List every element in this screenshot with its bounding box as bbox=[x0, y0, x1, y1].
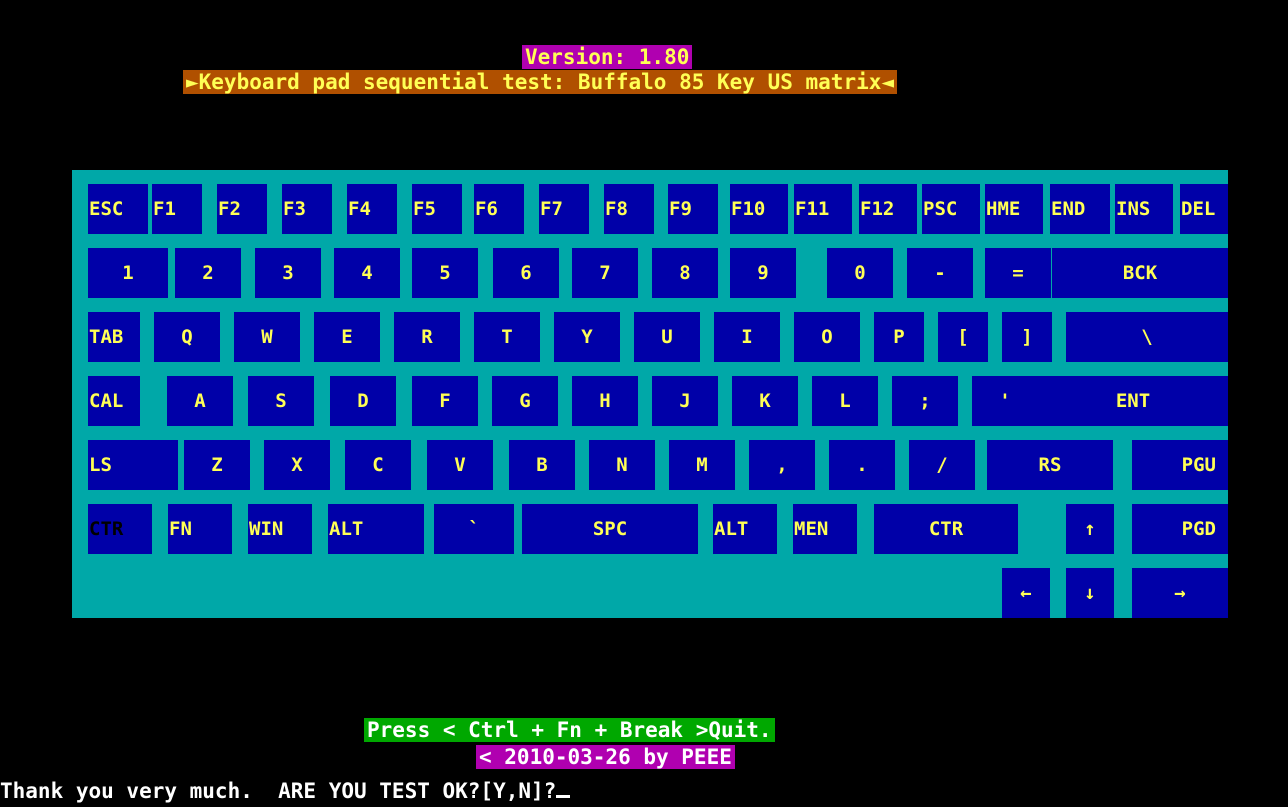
key-i[interactable]: I bbox=[714, 312, 780, 362]
key-x[interactable]: X bbox=[264, 440, 330, 490]
key-0[interactable]: 0 bbox=[827, 248, 893, 298]
key-fn[interactable]: FN bbox=[168, 504, 232, 554]
key-f[interactable]: F bbox=[412, 376, 478, 426]
key-1[interactable]: 1 bbox=[88, 248, 168, 298]
key-menu[interactable]: MEN bbox=[793, 504, 857, 554]
key-right-bracket[interactable]: ] bbox=[1002, 312, 1052, 362]
key-arrow-up[interactable]: ↑ bbox=[1066, 504, 1114, 554]
key-z[interactable]: Z bbox=[184, 440, 250, 490]
key-backspace[interactable]: BCK bbox=[1052, 248, 1228, 298]
test-title-banner: ►Keyboard pad sequential test: Buffalo 8… bbox=[183, 70, 898, 94]
key-2[interactable]: 2 bbox=[175, 248, 241, 298]
key-k[interactable]: K bbox=[732, 376, 798, 426]
key-y[interactable]: Y bbox=[554, 312, 620, 362]
key-page-up[interactable]: PGU bbox=[1132, 440, 1228, 490]
key-b[interactable]: B bbox=[509, 440, 575, 490]
key-f2[interactable]: F2 bbox=[217, 184, 267, 234]
key-space[interactable]: SPC bbox=[522, 504, 698, 554]
key-esc[interactable]: ESC bbox=[88, 184, 148, 234]
key-equals[interactable]: = bbox=[985, 248, 1051, 298]
key-7[interactable]: 7 bbox=[572, 248, 638, 298]
key-v[interactable]: V bbox=[427, 440, 493, 490]
key-f12[interactable]: F12 bbox=[859, 184, 917, 234]
key-6[interactable]: 6 bbox=[493, 248, 559, 298]
key-f7[interactable]: F7 bbox=[539, 184, 589, 234]
key-o[interactable]: O bbox=[794, 312, 860, 362]
key-f10[interactable]: F10 bbox=[730, 184, 788, 234]
quit-instruction-banner: Press < Ctrl + Fn + Break >Quit. bbox=[364, 718, 775, 742]
key-semicolon[interactable]: ; bbox=[892, 376, 958, 426]
key-e[interactable]: E bbox=[314, 312, 380, 362]
key-left-alt[interactable]: ALT bbox=[328, 504, 424, 554]
key-f5[interactable]: F5 bbox=[412, 184, 462, 234]
key-left-bracket[interactable]: [ bbox=[938, 312, 988, 362]
key-backtick[interactable]: ` bbox=[434, 504, 514, 554]
prompt-text: Thank you very much. ARE YOU TEST OK?[Y,… bbox=[0, 779, 557, 803]
key-a[interactable]: A bbox=[167, 376, 233, 426]
key-n[interactable]: N bbox=[589, 440, 655, 490]
key-h[interactable]: H bbox=[572, 376, 638, 426]
key-minus[interactable]: - bbox=[907, 248, 973, 298]
key-r[interactable]: R bbox=[394, 312, 460, 362]
key-slash[interactable]: / bbox=[909, 440, 975, 490]
key-right-alt[interactable]: ALT bbox=[713, 504, 777, 554]
key-right-shift[interactable]: RS bbox=[987, 440, 1113, 490]
key-w[interactable]: W bbox=[234, 312, 300, 362]
key-hme[interactable]: HME bbox=[985, 184, 1043, 234]
key-right-ctrl[interactable]: CTR bbox=[874, 504, 1018, 554]
key-left-shift[interactable]: LS bbox=[88, 440, 178, 490]
key-u[interactable]: U bbox=[634, 312, 700, 362]
key-c[interactable]: C bbox=[345, 440, 411, 490]
key-psc[interactable]: PSC bbox=[922, 184, 980, 234]
key-f3[interactable]: F3 bbox=[282, 184, 332, 234]
key-f6[interactable]: F6 bbox=[474, 184, 524, 234]
key-l[interactable]: L bbox=[812, 376, 878, 426]
text-cursor bbox=[556, 775, 571, 798]
keyboard-matrix: ESC F1 F2 F3 F4 F5 F6 F7 F8 F9 F10 F11 F… bbox=[72, 170, 1228, 618]
key-ins[interactable]: INS bbox=[1115, 184, 1173, 234]
key-8[interactable]: 8 bbox=[652, 248, 718, 298]
key-left-ctrl[interactable]: CTR bbox=[88, 504, 152, 554]
key-del[interactable]: DEL bbox=[1180, 184, 1228, 234]
key-tab[interactable]: TAB bbox=[88, 312, 140, 362]
key-apostrophe[interactable]: ' bbox=[972, 376, 1038, 426]
key-p[interactable]: P bbox=[874, 312, 924, 362]
key-5[interactable]: 5 bbox=[412, 248, 478, 298]
key-9[interactable]: 9 bbox=[730, 248, 796, 298]
key-t[interactable]: T bbox=[474, 312, 540, 362]
key-f9[interactable]: F9 bbox=[668, 184, 718, 234]
key-j[interactable]: J bbox=[652, 376, 718, 426]
key-caps-lock[interactable]: CAL bbox=[88, 376, 140, 426]
key-page-down[interactable]: PGD bbox=[1132, 504, 1228, 554]
key-s[interactable]: S bbox=[248, 376, 314, 426]
key-arrow-down[interactable]: ↓ bbox=[1066, 568, 1114, 618]
key-3[interactable]: 3 bbox=[255, 248, 321, 298]
key-f1[interactable]: F1 bbox=[152, 184, 202, 234]
key-f11[interactable]: F11 bbox=[794, 184, 852, 234]
key-d[interactable]: D bbox=[330, 376, 396, 426]
key-4[interactable]: 4 bbox=[334, 248, 400, 298]
key-enter[interactable]: ENT bbox=[1038, 376, 1228, 426]
key-arrow-right[interactable]: → bbox=[1132, 568, 1228, 618]
key-q[interactable]: Q bbox=[154, 312, 220, 362]
key-arrow-left[interactable]: ← bbox=[1002, 568, 1050, 618]
date-author-banner: < 2010-03-26 by PEEE bbox=[476, 745, 735, 769]
key-period[interactable]: . bbox=[829, 440, 895, 490]
key-comma[interactable]: , bbox=[749, 440, 815, 490]
key-backslash[interactable]: \ bbox=[1066, 312, 1228, 362]
version-banner: Version: 1.80 bbox=[522, 45, 693, 69]
key-g[interactable]: G bbox=[492, 376, 558, 426]
key-f4[interactable]: F4 bbox=[347, 184, 397, 234]
key-win[interactable]: WIN bbox=[248, 504, 312, 554]
test-result-prompt[interactable]: Thank you very much. ARE YOU TEST OK?[Y,… bbox=[0, 775, 571, 805]
key-m[interactable]: M bbox=[669, 440, 735, 490]
key-f8[interactable]: F8 bbox=[604, 184, 654, 234]
key-end[interactable]: END bbox=[1050, 184, 1110, 234]
